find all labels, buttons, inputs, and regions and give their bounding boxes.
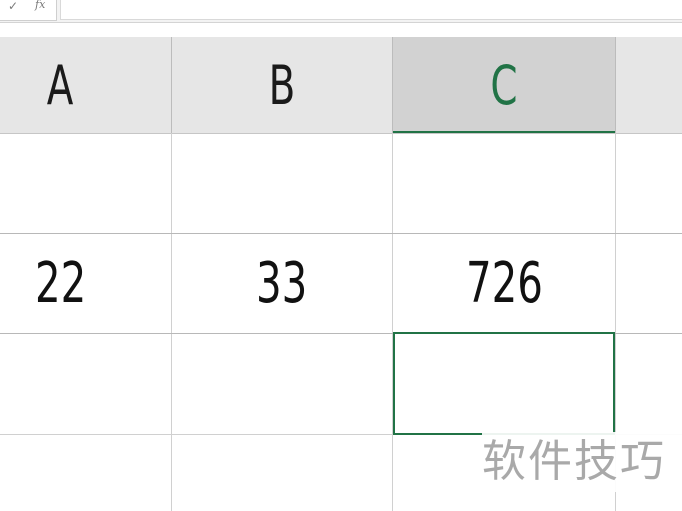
column-header-a[interactable]: A — [17, 37, 103, 133]
formula-controls: ✓ fx — [0, 0, 57, 21]
check-icon[interactable]: ✓ — [8, 0, 18, 14]
active-cell-selection[interactable] — [393, 332, 615, 435]
cell-b2[interactable]: 33 — [172, 234, 392, 333]
cell-a2[interactable]: 22 — [0, 234, 122, 333]
cell-c1[interactable] — [393, 134, 615, 233]
formula-bar: ✓ fx — [0, 0, 682, 23]
cell-c2[interactable]: 726 — [393, 234, 615, 333]
cell-b4[interactable] — [172, 435, 392, 511]
cell-b3[interactable] — [172, 334, 392, 434]
column-header-row: A B C — [0, 37, 682, 134]
column-separator[interactable] — [171, 37, 172, 133]
spreadsheet-window: ✓ fx A B C 22 33 726 软件技巧 — [0, 0, 682, 511]
column-separator[interactable] — [615, 37, 616, 133]
cell-a1[interactable] — [0, 134, 171, 233]
formula-input[interactable] — [60, 0, 682, 20]
watermark: 软件技巧 — [482, 432, 682, 492]
cell-a3[interactable] — [0, 334, 171, 434]
column-header-c[interactable]: C — [424, 37, 584, 133]
column-separator[interactable] — [392, 37, 393, 133]
cell-a4[interactable] — [0, 435, 171, 511]
column-header-b[interactable]: B — [203, 37, 361, 133]
fx-icon[interactable]: fx — [35, 0, 45, 13]
cell-b1[interactable] — [172, 134, 392, 233]
